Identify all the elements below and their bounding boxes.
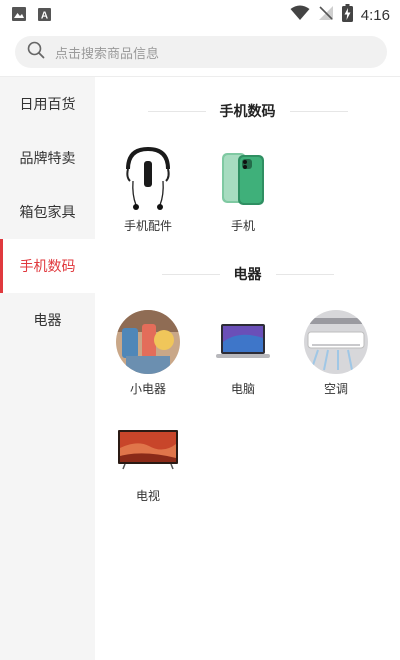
status-time: 4:16 [360,6,390,24]
product-small-appliance[interactable]: 小电器 [103,310,193,397]
search-placeholder: 点击搜索商品信息 [55,46,160,62]
product-tv[interactable]: 电视 [103,417,193,504]
product-laptop[interactable]: 电脑 [198,310,288,397]
product-phone-accessories[interactable]: 手机配件 [103,147,193,234]
product-label: 手机配件 [123,219,172,233]
title-divider-left [147,110,206,112]
category-content: 手机数码 手机配件 手机 电器 小电器 电脑 空调 电视 [95,77,400,660]
sidebar-item-label: 日用百货 [19,97,76,113]
section-title-text: 手机数码 [219,104,276,120]
sidebar-item-appliances[interactable]: 电器 [0,293,95,347]
product-label: 手机 [230,219,255,233]
air-conditioner-image-icon [304,310,368,374]
status-bar: A 4:16 [0,0,400,28]
sidebar-item-bags-furniture[interactable]: 箱包家具 [0,185,95,239]
battery-charging-icon [341,4,353,26]
no-signal-icon [318,5,334,25]
sidebar-item-label: 箱包家具 [19,205,76,221]
title-divider-left [161,273,220,275]
sidebar-item-daily-goods[interactable]: 日用百货 [0,77,95,131]
gallery-notification-icon [12,6,26,25]
earphone-image-icon [116,147,180,211]
small-appliance-image-icon [116,310,180,374]
search-input[interactable]: 点击搜索商品信息 [15,36,387,68]
tv-image-icon [116,417,180,481]
product-label: 电视 [135,489,160,503]
section-title-text: 电器 [233,267,262,283]
phone-image-icon [211,147,275,211]
product-air-conditioner[interactable]: 空调 [291,310,381,397]
svg-text:A: A [41,11,48,22]
title-divider-right [289,110,348,112]
sidebar-item-brand-sale[interactable]: 品牌特卖 [0,131,95,185]
product-label: 电脑 [230,382,255,396]
sidebar-item-label: 电器 [33,313,62,329]
font-notification-icon: A [38,6,51,25]
product-phone[interactable]: 手机 [198,147,288,234]
search-icon [27,41,45,63]
sidebar-item-label: 手机数码 [19,259,76,275]
product-label: 空调 [323,382,348,396]
sidebar-item-digital[interactable]: 手机数码 [0,239,95,293]
title-divider-right [275,273,334,275]
section-title-appliances: 电器 [95,264,400,284]
laptop-image-icon [211,310,275,374]
category-sidebar: 日用百货 品牌特卖 箱包家具 手机数码 电器 [0,77,95,660]
section-title-digital: 手机数码 [95,101,400,121]
product-label: 小电器 [129,382,166,396]
wifi-icon [290,5,310,25]
sidebar-item-label: 品牌特卖 [19,151,76,167]
